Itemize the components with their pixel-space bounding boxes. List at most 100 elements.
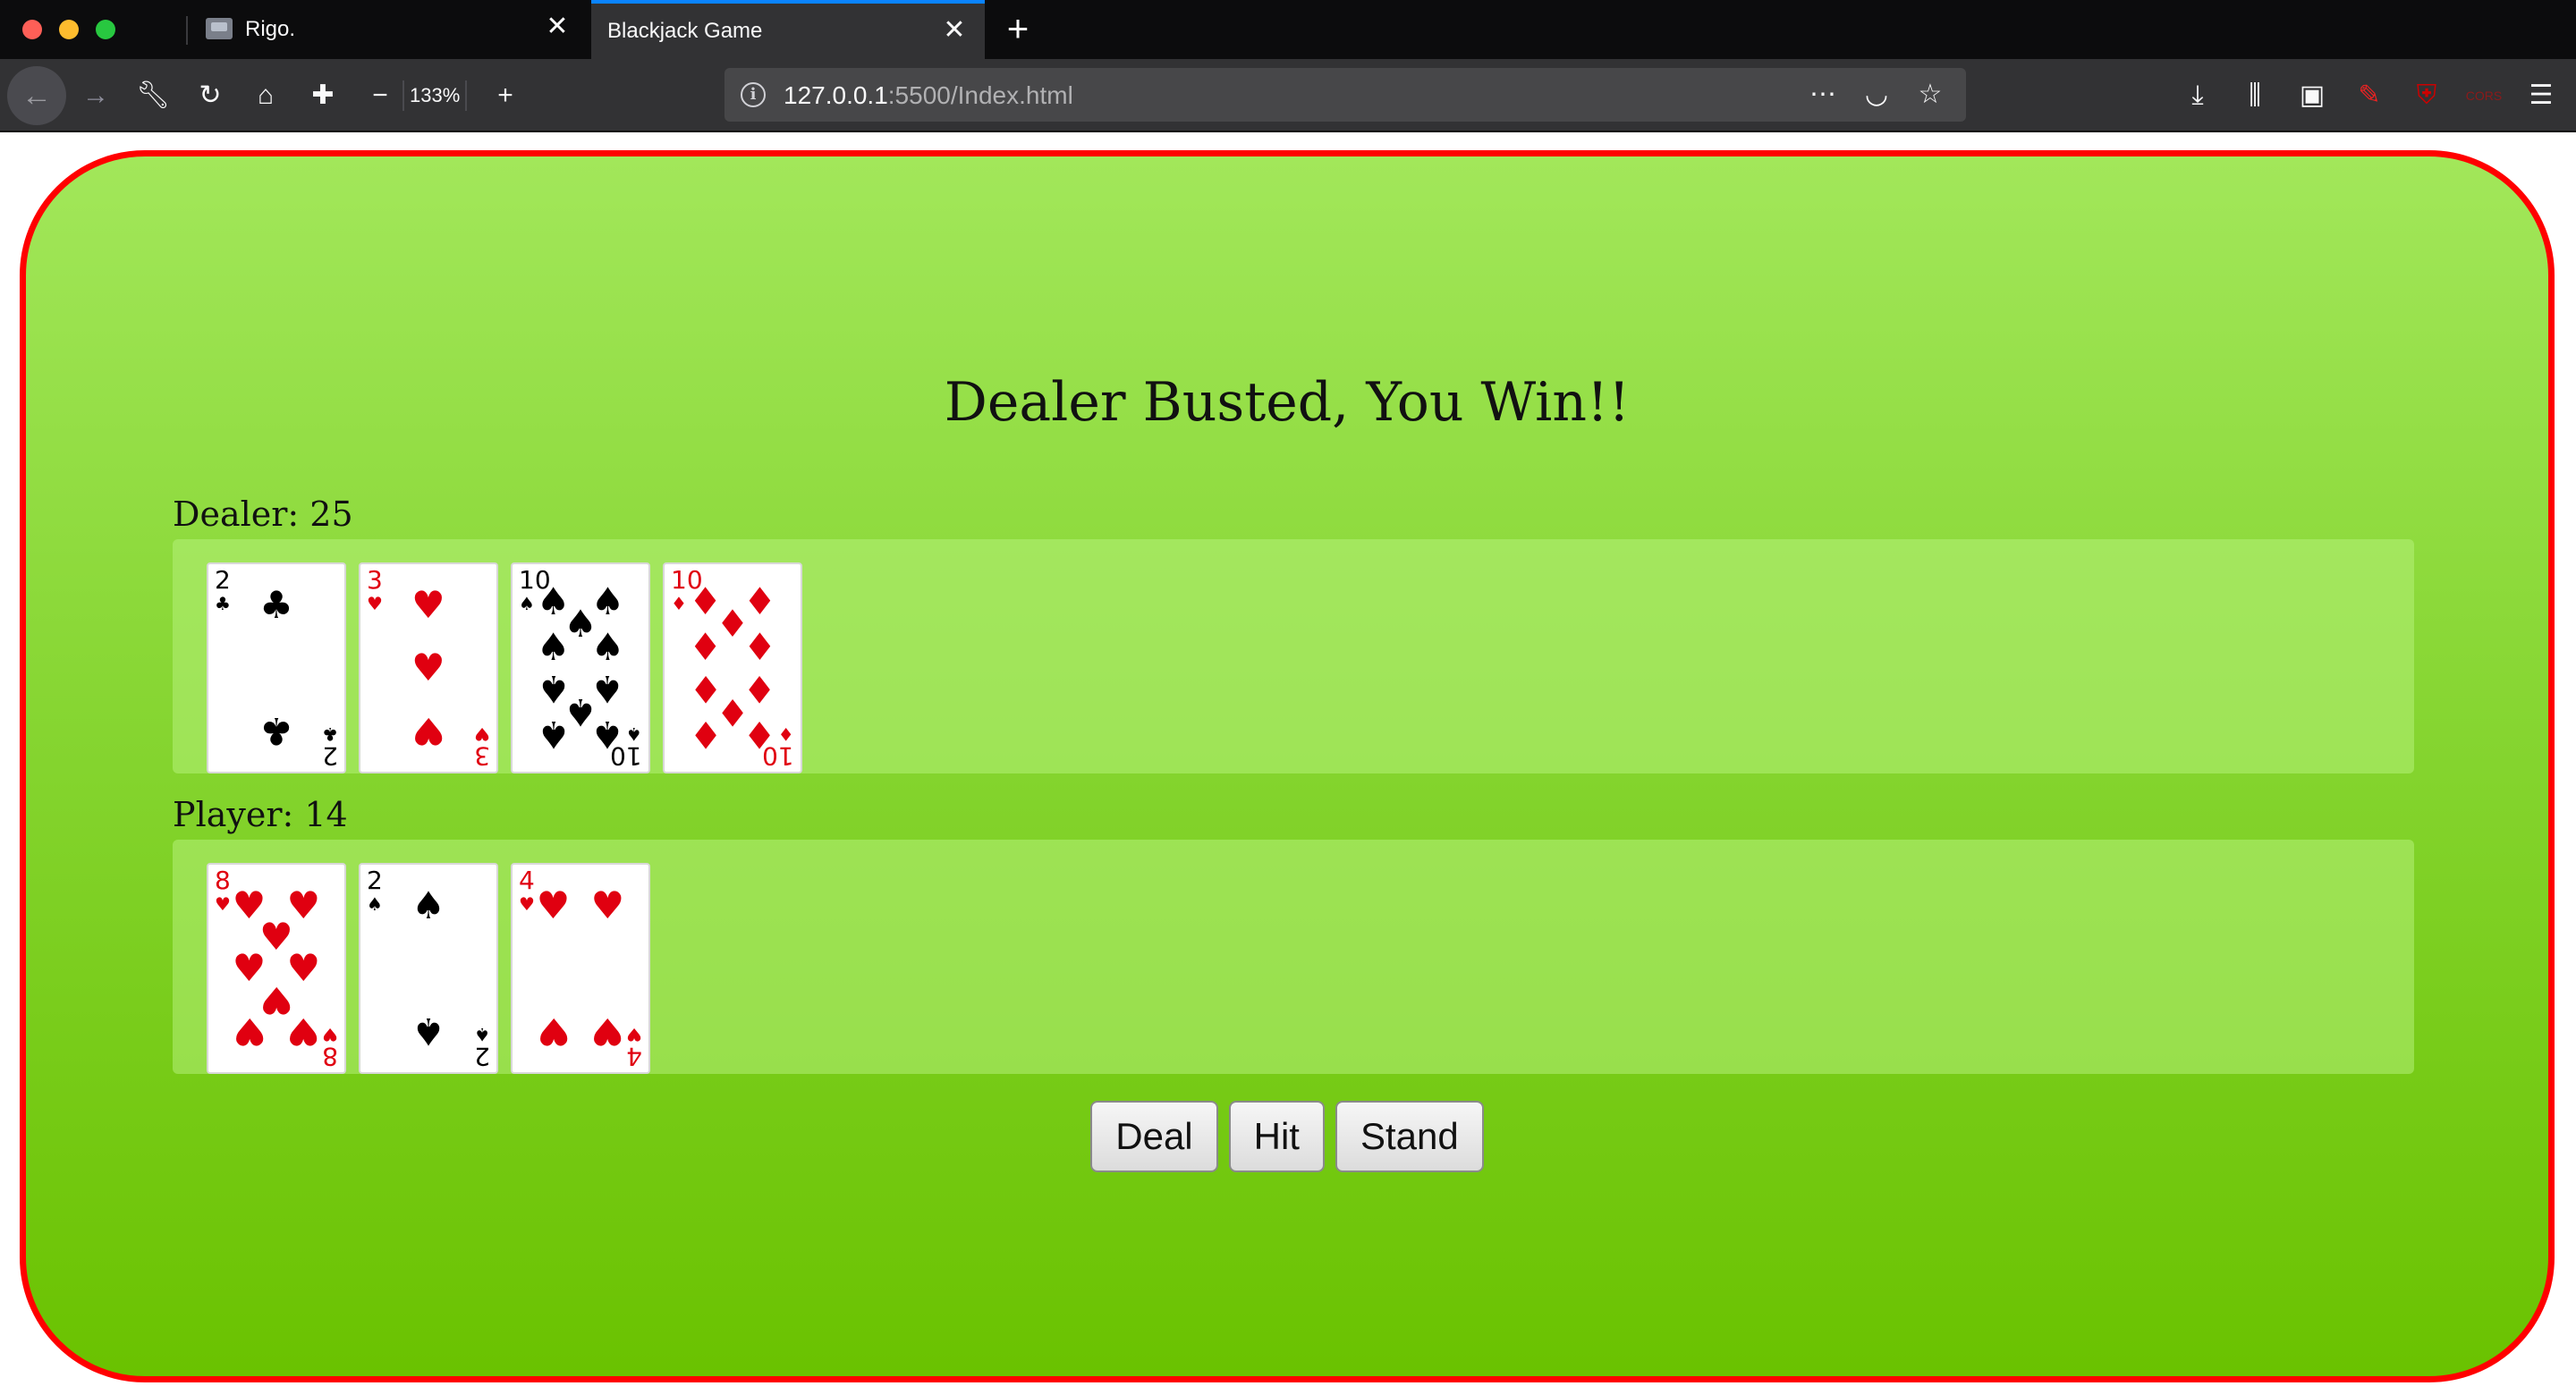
dealer-hand: 2 ♣ 2 ♣ ♣ ♣ 3 ♥ 3 ♥ ♥ ♥ ♥ 10 ♠ 10 ♠ ♠ ♠ ♠ ♠ ♠ ♠ ♠ ♠ ♠ ♠ 10 ♦ 10 ♦ ♦ ♦ ♦ ♦ ♦… (173, 539, 2414, 773)
close-window-button[interactable] (22, 20, 42, 39)
close-tab-icon[interactable]: ✕ (543, 13, 572, 41)
dealer-score-label: Dealer: 25 (173, 494, 353, 534)
card-rank: 8 (215, 866, 231, 895)
menu-icon[interactable]: ☰ (2519, 73, 2563, 118)
card-corner: 4 ♥ (626, 1024, 642, 1071)
diamonds-pip-icon: ♦ (688, 713, 723, 757)
playing-card: 3 ♥ 3 ♥ ♥ ♥ ♥ (359, 562, 498, 773)
hearts-icon: ♥ (322, 1024, 338, 1045)
ublock-icon[interactable]: ⛨ (2404, 73, 2449, 118)
tab-title: Rigo. (245, 17, 296, 41)
site-info-icon[interactable]: i (741, 82, 766, 107)
hearts-icon: ♥ (215, 893, 231, 915)
playing-card: 2 ♠ 2 ♠ ♠ ♠ (359, 863, 498, 1074)
diamonds-icon: ♦ (671, 593, 687, 614)
spades-pip-icon: ♠ (590, 713, 625, 757)
hearts-icon: ♥ (519, 893, 535, 915)
hearts-pip-icon: ♥ (411, 708, 445, 753)
home-button[interactable]: ⌂ (243, 73, 288, 118)
download-icon[interactable]: ⤓ (2175, 73, 2220, 118)
pdf-extension-icon[interactable]: ✎ (2347, 73, 2392, 118)
hit-button[interactable]: Hit (1228, 1101, 1325, 1172)
hearts-icon: ♥ (626, 1024, 642, 1045)
zoom-level[interactable]: 133% (402, 80, 468, 111)
zoom-in-button[interactable]: + (483, 73, 528, 118)
forward-button[interactable]: → (73, 73, 118, 118)
card-rank: 8 (322, 1042, 338, 1071)
deal-button[interactable]: Deal (1090, 1101, 1218, 1172)
hearts-icon: ♥ (367, 593, 383, 614)
game-status-message: Dealer Busted, You Win!! (944, 371, 1631, 434)
blackjack-table: Dealer Busted, You Win!! Dealer: 25 2 ♣ 2 ♣… (20, 150, 2555, 1382)
hearts-pip-icon: ♥ (536, 883, 571, 928)
clubs-pip-icon: ♣ (259, 583, 293, 628)
playing-card: 8 ♥ 8 ♥ ♥ ♥ ♥ ♥ ♥ ♥ ♥ ♥ (207, 863, 346, 1074)
card-rank: 2 (367, 866, 383, 895)
hearts-pip-icon: ♥ (232, 1009, 267, 1053)
hearts-pip-icon: ♥ (590, 883, 625, 928)
tab-bar: Rigo. ✕ Blackjack Game ✕ + (0, 0, 2576, 59)
player-hand: 8 ♥ 8 ♥ ♥ ♥ ♥ ♥ ♥ ♥ ♥ ♥ 2 ♠ 2 ♠ ♠ ♠ 4 ♥ 4 ♥ ♥ ♥ ♥ ♥ (173, 840, 2414, 1074)
page-actions-icon[interactable]: ⋯ (1805, 77, 1841, 113)
diamonds-pip-icon: ♦ (742, 713, 777, 757)
playing-card: 10 ♠ 10 ♠ ♠ ♠ ♠ ♠ ♠ ♠ ♠ ♠ ♠ ♠ (511, 562, 650, 773)
navigation-toolbar: ← → 🔧︎ ↻ ⌂ ✚ − 133% + i 127.0.0.1:5500/I… (0, 59, 2576, 132)
tab-blackjack-game[interactable]: Blackjack Game ✕ (591, 0, 985, 59)
url-text[interactable]: 127.0.0.1:5500/Index.html (784, 81, 1073, 110)
player-score-label: Player: 14 (173, 795, 348, 834)
spades-pip-icon: ♠ (590, 624, 625, 669)
tab-divider (186, 16, 188, 45)
clubs-pip-icon: ♣ (259, 708, 293, 753)
spades-pip-icon: ♠ (411, 1009, 445, 1053)
bookmark-star-icon[interactable]: ☆ (1912, 77, 1948, 113)
spades-icon: ♠ (519, 593, 535, 614)
stand-button[interactable]: Stand (1335, 1101, 1484, 1172)
card-corner: 8 ♥ (322, 1024, 338, 1071)
card-rank: 2 (474, 1042, 490, 1071)
reload-button[interactable]: ↻ (188, 73, 233, 118)
site-favicon-icon (206, 18, 233, 39)
hearts-pip-icon: ♥ (286, 1009, 321, 1053)
playing-card: 10 ♦ 10 ♦ ♦ ♦ ♦ ♦ ♦ ♦ ♦ ♦ ♦ ♦ (663, 562, 802, 773)
address-bar[interactable]: i 127.0.0.1:5500/Index.html ⋯ ◡ ☆ (724, 68, 1966, 122)
card-corner: 3 ♥ (474, 723, 490, 771)
sidebar-icon[interactable]: ▣ (2290, 73, 2334, 118)
close-tab-icon[interactable]: ✕ (940, 16, 969, 45)
card-rank: 3 (474, 741, 490, 771)
minimize-window-button[interactable] (59, 20, 79, 39)
library-icon[interactable]: ⫼ (2233, 73, 2277, 118)
url-host: 127.0.0.1 (784, 81, 888, 109)
cors-extension-icon[interactable]: CORS (2462, 73, 2506, 118)
hearts-icon: ♥ (474, 723, 490, 745)
hearts-pip-icon: ♥ (411, 646, 445, 689)
new-tab-button[interactable]: + (1000, 10, 1036, 47)
card-corner: 2 ♠ (474, 1024, 490, 1071)
diamonds-pip-icon: ♦ (742, 624, 777, 669)
extensions-icon[interactable]: ✚ (301, 73, 345, 118)
clubs-icon: ♣ (322, 723, 338, 745)
card-rank: 4 (519, 866, 535, 895)
tab-rigo[interactable]: Rigo. ✕ (190, 0, 588, 59)
hearts-pip-icon: ♥ (411, 583, 445, 628)
card-rank: 4 (626, 1042, 642, 1071)
clubs-icon: ♣ (215, 593, 231, 614)
spades-icon: ♠ (367, 893, 383, 915)
card-rank: 3 (367, 565, 383, 595)
wrench-icon[interactable]: 🔧︎ (131, 73, 175, 118)
game-controls: Deal Hit Stand (26, 1101, 2548, 1172)
zoom-out-button[interactable]: − (358, 73, 402, 118)
spades-pip-icon: ♠ (411, 883, 445, 928)
diamonds-pip-icon: ♦ (688, 624, 723, 669)
spades-pip-icon: ♠ (536, 624, 571, 669)
spades-icon: ♠ (474, 1024, 490, 1045)
spades-pip-icon: ♠ (536, 713, 571, 757)
hearts-pip-icon: ♥ (536, 1009, 571, 1053)
playing-card: 4 ♥ 4 ♥ ♥ ♥ ♥ ♥ (511, 863, 650, 1074)
pocket-icon[interactable]: ◡ (1859, 77, 1894, 113)
maximize-window-button[interactable] (96, 20, 115, 39)
url-path: :5500/Index.html (887, 81, 1073, 109)
tab-title: Blackjack Game (607, 19, 763, 43)
back-button[interactable]: ← (7, 66, 66, 125)
card-rank: 2 (322, 741, 338, 771)
card-rank: 2 (215, 565, 231, 595)
